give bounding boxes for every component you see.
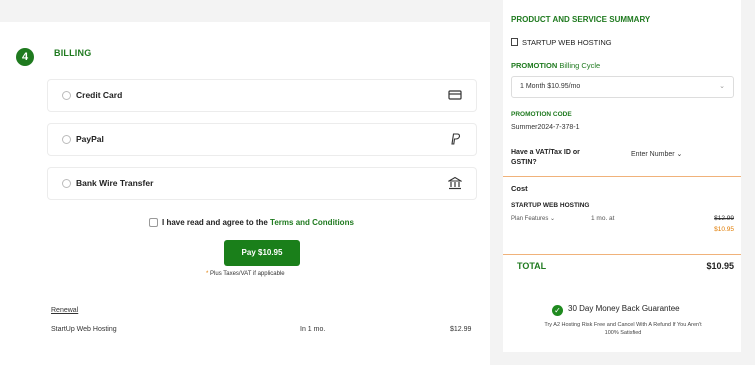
total-value: $10.95 [706, 261, 734, 271]
billing-panel: 4 BILLING Credit Card PayPal Bank Wire T… [0, 22, 490, 365]
summary-title: PRODUCT AND SERVICE SUMMARY [511, 15, 651, 24]
bank-wire-label: Bank Wire Transfer [76, 178, 154, 188]
terms-agreement: I have read and agree to the Terms and C… [149, 218, 354, 227]
plan-features-toggle[interactable]: Plan Features ⌄ [511, 215, 555, 222]
tax-note-text: Plus Taxes/VAT if applicable [210, 271, 285, 277]
vat-input-toggle[interactable]: Enter Number ⌄ [631, 150, 682, 158]
cost-label: Cost [511, 184, 528, 193]
document-icon [511, 38, 518, 46]
cost-item: STARTUP WEB HOSTING [511, 202, 590, 209]
payment-option-paypal[interactable]: PayPal [47, 123, 477, 156]
billing-cycle-select[interactable]: 1 Month $10.95/mo ⌄ [511, 76, 734, 98]
bank-icon [448, 176, 462, 190]
renewal-product: StartUp Web Hosting [51, 326, 117, 333]
check-circle-icon: ✓ [552, 305, 563, 316]
divider [503, 176, 741, 177]
pay-button[interactable]: Pay $10.95 [224, 240, 300, 266]
terms-checkbox[interactable] [149, 218, 158, 227]
tax-note: * Plus Taxes/VAT if applicable [206, 271, 285, 277]
divider [503, 254, 741, 255]
paypal-label: PayPal [76, 134, 104, 144]
billing-title: BILLING [54, 48, 92, 58]
terms-link[interactable]: Terms and Conditions [270, 218, 354, 227]
promo-code-value: Summer2024-7-378-1 [511, 124, 580, 131]
promotion-prefix: PROMOTION [511, 61, 558, 70]
old-price: $12.99 [714, 215, 734, 222]
bank-wire-radio[interactable] [62, 179, 71, 188]
plan-features-label: Plan Features [511, 216, 549, 222]
summary-product: STARTUP WEB HOSTING [511, 38, 612, 47]
guarantee-subtext: Try A2 Hosting Risk Free and Cancel With… [544, 322, 702, 336]
tax-note-asterisk: * [206, 271, 209, 277]
guarantee-text: 30 Day Money Back Guarantee [568, 304, 680, 313]
promo-code-label: PROMOTION CODE [511, 111, 572, 118]
chevron-down-icon: ⌄ [676, 151, 683, 158]
billing-cycle-label: Billing Cycle [559, 61, 601, 70]
chevron-down-icon: ⌄ [550, 216, 556, 222]
cost-period: 1 mo. at [591, 215, 615, 222]
new-price: $10.95 [714, 226, 734, 233]
vat-label: Have a VAT/Tax ID or GSTIN? [511, 149, 580, 166]
credit-card-radio[interactable] [62, 91, 71, 100]
vat-input-label: Enter Number [631, 151, 675, 158]
promotion-label: PROMOTION Billing Cycle [511, 61, 600, 70]
credit-card-label: Credit Card [76, 90, 123, 100]
billing-cycle-value: 1 Month $10.95/mo [520, 83, 581, 90]
payment-option-credit-card[interactable]: Credit Card [47, 79, 477, 112]
top-band [0, 0, 490, 22]
paypal-radio[interactable] [62, 135, 71, 144]
terms-text: I have read and agree to the [162, 218, 268, 227]
credit-card-icon [448, 90, 462, 100]
payment-option-bank-wire[interactable]: Bank Wire Transfer [47, 167, 477, 200]
chevron-down-icon: ⌄ [719, 83, 725, 90]
summary-product-name: STARTUP WEB HOSTING [522, 38, 612, 47]
summary-panel: PRODUCT AND SERVICE SUMMARY STARTUP WEB … [503, 0, 741, 352]
renewal-label: Renewal [51, 307, 79, 314]
total-label: TOTAL [517, 261, 547, 271]
renewal-price: $12.99 [450, 326, 472, 333]
paypal-icon [451, 133, 461, 145]
guarantee: ✓ 30 Day Money Back Guarantee [552, 304, 680, 316]
step-number-badge: 4 [16, 48, 34, 66]
renewal-period: In 1 mo. [300, 326, 326, 333]
